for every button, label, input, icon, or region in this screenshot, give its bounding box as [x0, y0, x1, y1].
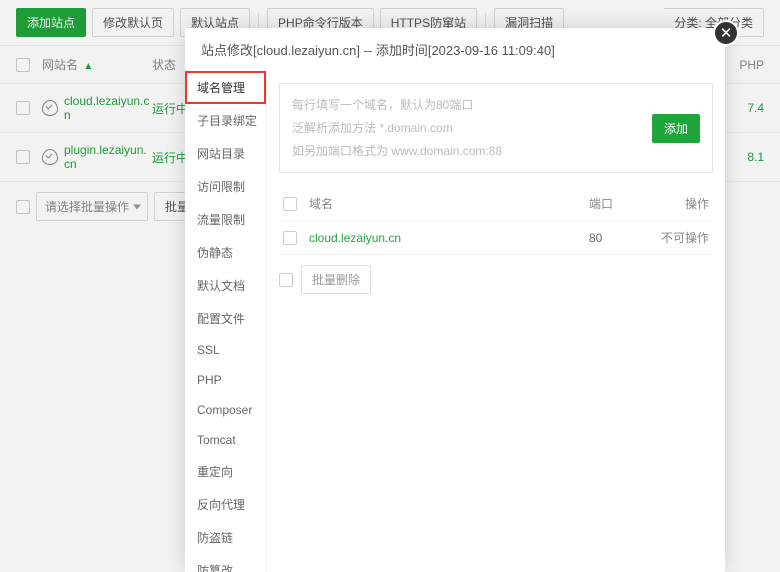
side-tab-config[interactable]: 配置文件 [185, 302, 266, 335]
bulk-delete-button[interactable]: 批量删除 [301, 265, 371, 294]
domain-manage-pane: 每行填写一个域名，默认为80端口 泛解析添加方法 *.domain.com 如另… [267, 71, 725, 572]
modal-overlay: ✕ 站点修改[cloud.lezaiyun.cn] -- 添加时间[2023-0… [0, 0, 780, 572]
domain-footer-checkbox[interactable] [279, 273, 293, 287]
domain-table-header: 域名 端口 操作 [279, 187, 713, 221]
domain-row: cloud.lezaiyun.cn 80 不可操作 [279, 221, 713, 255]
close-icon: ✕ [720, 24, 733, 42]
hint-line: 每行填写一个域名，默认为80端口 [292, 94, 640, 117]
side-tab-redirect[interactable]: 重定向 [185, 455, 266, 488]
site-settings-modal: ✕ 站点修改[cloud.lezaiyun.cn] -- 添加时间[2023-0… [185, 28, 725, 572]
hint-line: 如另加端口格式为 www.domain.com:88 [292, 140, 640, 163]
column-op: 操作 [649, 195, 709, 212]
modal-side-tabs: 域名管理 子目录绑定 网站目录 访问限制 流量限制 伪静态 默认文档 配置文件 … [185, 71, 267, 572]
side-tab-domain-manage[interactable]: 域名管理 [185, 71, 266, 104]
hint-line: 泛解析添加方法 *.domain.com [292, 117, 640, 140]
side-tab-traffic-limit[interactable]: 流量限制 [185, 203, 266, 236]
side-tab-ssl[interactable]: SSL [185, 335, 266, 365]
side-tab-subdir-bind[interactable]: 子目录绑定 [185, 104, 266, 137]
domain-input-box: 每行填写一个域名，默认为80端口 泛解析添加方法 *.domain.com 如另… [279, 83, 713, 173]
domain-port: 80 [589, 231, 649, 245]
close-button[interactable]: ✕ [713, 20, 739, 46]
side-tab-hotlink[interactable]: 防盗链 [185, 521, 266, 554]
domain-op: 不可操作 [649, 229, 709, 246]
domain-select-all-checkbox[interactable] [283, 197, 297, 211]
column-port: 端口 [589, 195, 649, 212]
domain-link[interactable]: cloud.lezaiyun.cn [309, 231, 401, 245]
domain-table: 域名 端口 操作 cloud.lezaiyun.cn 80 不可操作 [279, 187, 713, 255]
side-tab-composer[interactable]: Composer [185, 395, 266, 425]
domain-row-checkbox[interactable] [283, 231, 297, 245]
add-domain-button[interactable]: 添加 [652, 114, 700, 143]
side-tab-rewrite[interactable]: 伪静态 [185, 236, 266, 269]
column-domain: 域名 [309, 195, 589, 212]
domain-input[interactable]: 每行填写一个域名，默认为80端口 泛解析添加方法 *.domain.com 如另… [292, 94, 640, 162]
side-tab-tamper[interactable]: 防篡改 [185, 554, 266, 572]
side-tab-php[interactable]: PHP [185, 365, 266, 395]
side-tab-reverse-proxy[interactable]: 反向代理 [185, 488, 266, 521]
domain-actions: 批量删除 [279, 265, 713, 294]
side-tab-tomcat[interactable]: Tomcat [185, 425, 266, 455]
side-tab-site-dir[interactable]: 网站目录 [185, 137, 266, 170]
modal-title: 站点修改[cloud.lezaiyun.cn] -- 添加时间[2023-09-… [185, 28, 725, 71]
side-tab-access-limit[interactable]: 访问限制 [185, 170, 266, 203]
side-tab-default-doc[interactable]: 默认文档 [185, 269, 266, 302]
